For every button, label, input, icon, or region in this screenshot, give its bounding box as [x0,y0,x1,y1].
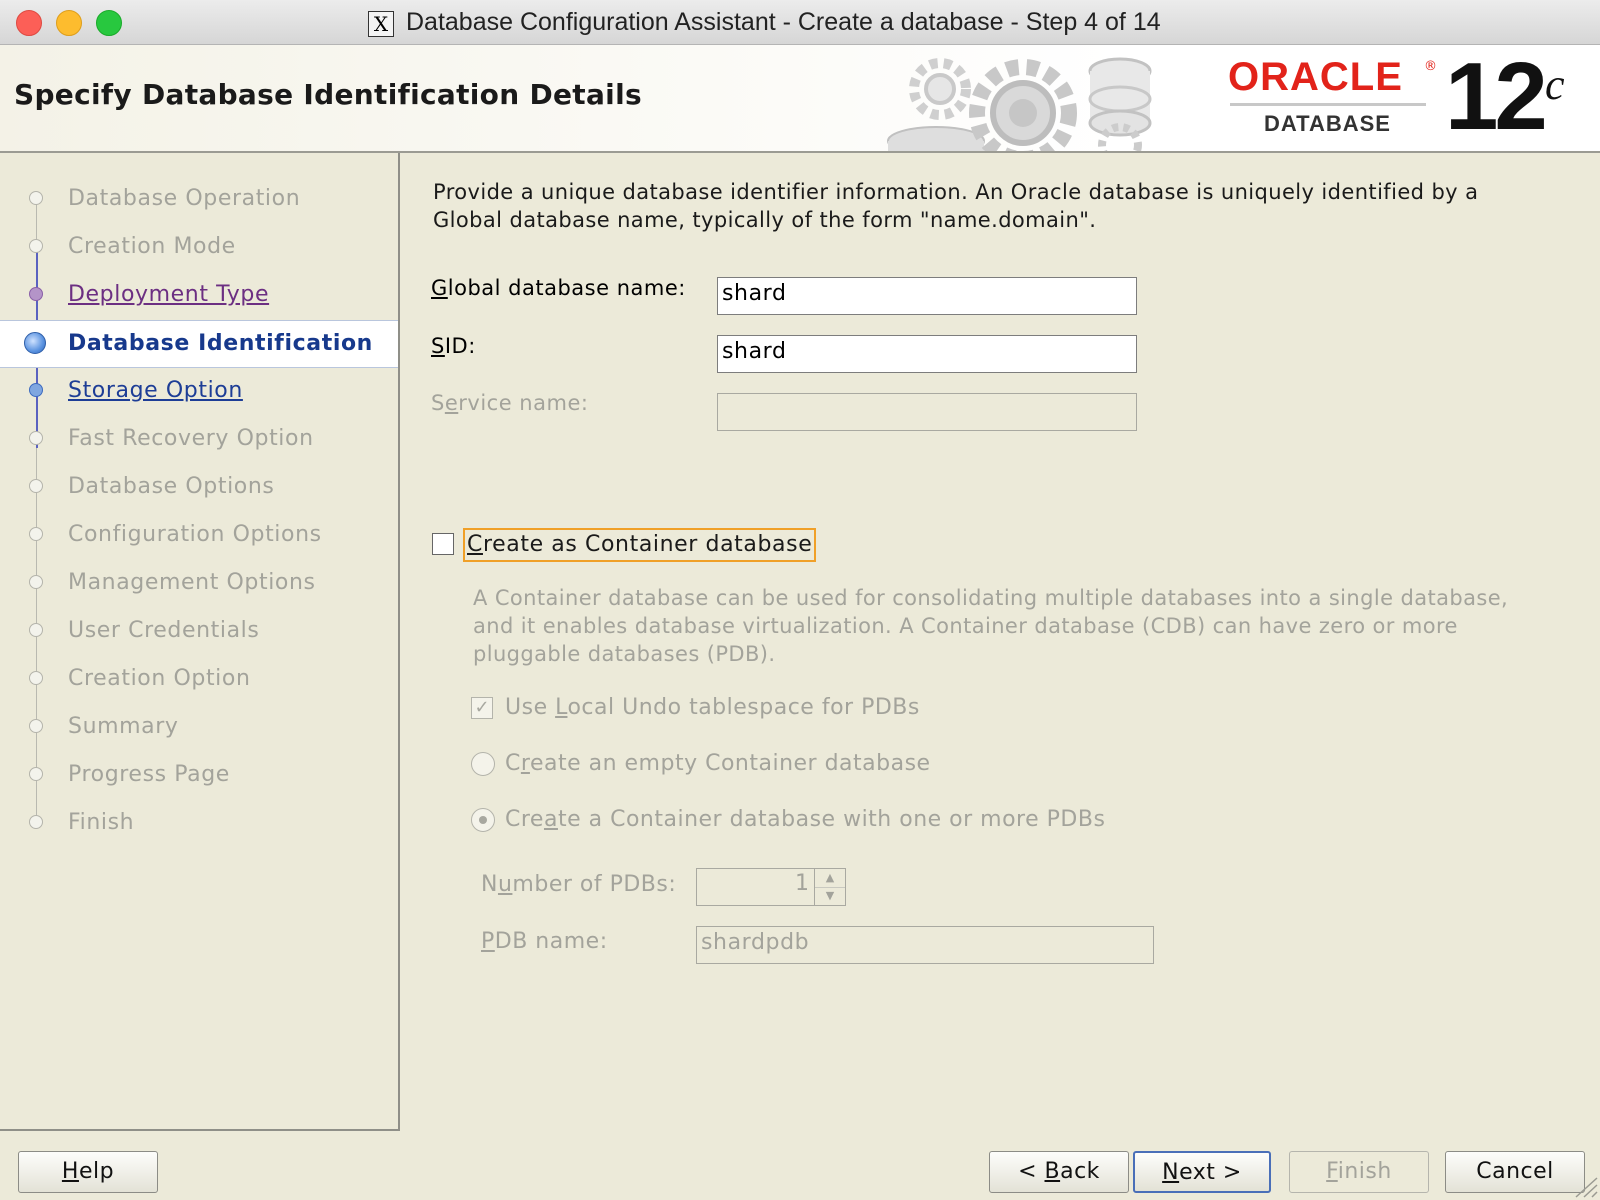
next-button[interactable]: Next > [1133,1151,1271,1193]
resize-grip-icon[interactable] [1572,1176,1598,1198]
global-db-name-label: Global database name: [431,276,686,300]
local-undo-checkbox[interactable]: ✓ [471,697,493,719]
step-label: Fast Recovery Option [68,426,314,451]
x11-app-icon: X [368,11,394,37]
service-name-input[interactable] [717,393,1137,431]
increment-arrow-icon[interactable]: ▲ [815,869,845,888]
step-item: Database Options [0,464,398,510]
step-item[interactable]: Storage Option [0,368,398,414]
empty-cdb-radio[interactable] [471,752,495,776]
sid-input[interactable]: shard [717,335,1137,373]
step-item: Creation Mode [0,224,398,270]
step-node-icon [29,671,43,685]
pdb-name-input[interactable]: shardpdb [696,926,1154,964]
container-db-focus-ring[interactable]: Create as Container database [463,528,817,562]
description-line: pluggable databases (PDB). [473,642,776,666]
help-button[interactable]: Help [18,1151,158,1193]
step-label: Database Identification [68,331,373,356]
logo-divider [1230,103,1426,106]
version-suffix: c [1545,60,1565,109]
step-item: Fast Recovery Option [0,416,398,462]
pdb-name-label: PDB name: [481,929,608,954]
step-node-icon [29,383,43,397]
registered-mark: ® [1424,59,1437,74]
step-node-icon [29,287,43,301]
step-item: Creation Option [0,656,398,702]
description-line: and it enables database virtualization. … [473,614,1458,638]
sid-label: SID: [431,334,476,358]
window-titlebar: X Database Configuration Assistant - Cre… [0,0,1600,45]
decrement-arrow-icon[interactable]: ▼ [815,887,845,905]
step-label: Progress Page [68,762,230,787]
description-line: A Container database can be used for con… [473,586,1509,610]
step-item: Progress Page [0,752,398,798]
step-label: Management Options [68,570,316,595]
close-window-button[interactable] [16,10,42,36]
step-label: Creation Mode [68,234,236,259]
zoom-window-button[interactable] [96,10,122,36]
step-label: Summary [68,714,179,739]
global-db-name-input[interactable]: shard [717,277,1137,315]
step-label: Finish [68,810,135,835]
step-item: Management Options [0,560,398,606]
num-pdbs-label: Number of PDBs: [481,872,677,897]
oracle-logo-product: DATABASE [1264,111,1391,136]
steps-panel: Database Operation Creation Mode Deploymen… [0,153,400,1131]
step-item: Configuration Options [0,512,398,558]
step-label: User Credentials [68,618,260,643]
header-banner: Specify Database Identification Details … [0,45,1600,153]
step-item: User Credentials [0,608,398,654]
finish-button[interactable]: Finish [1289,1151,1429,1193]
step-node-icon [29,623,43,637]
step-label: Configuration Options [68,522,322,547]
version-number: 12 [1445,45,1548,150]
step-node-icon [29,191,43,205]
step-node-icon [29,527,43,541]
cdb-with-pdbs-label: Create a Container database with one or … [505,807,1106,832]
step-node-icon [29,719,43,733]
container-db-label: Create as Container database [467,532,813,557]
container-db-checkbox[interactable] [432,533,454,555]
step-label: Database Options [68,474,275,499]
oracle-logo-wordmark: ORACLE [1228,55,1403,99]
minimize-window-button[interactable] [56,10,82,36]
page-title: Specify Database Identification Details [14,78,642,111]
step-item: Database Identification [0,320,398,368]
back-button[interactable]: < Back [989,1151,1129,1193]
step-item[interactable]: Deployment Type [0,272,398,318]
empty-cdb-label: Create an empty Container database [505,751,931,776]
step-label: Deployment Type [68,282,270,307]
step-node-icon [29,815,43,829]
cdb-with-pdbs-radio[interactable] [471,808,495,832]
intro-text: Provide a unique database identifier inf… [433,178,1478,234]
container-db-description: A Container database can be used for con… [473,584,1508,668]
step-node-icon [29,239,43,253]
step-item: Database Operation [0,176,398,222]
step-node-icon [29,575,43,589]
window-title: Database Configuration Assistant - Creat… [406,8,1161,36]
step-label: Creation Option [68,666,251,691]
step-item: Summary [0,704,398,750]
step-node-icon [29,431,43,445]
step-node-icon [24,332,46,354]
num-pdbs-stepper[interactable]: 1 ▲ ▼ [696,868,846,906]
gears-graphic-icon [887,57,1152,151]
step-node-icon [29,479,43,493]
step-label: Storage Option [68,378,243,403]
local-undo-label: Use Local Undo tablespace for PDBs [505,695,920,720]
num-pdbs-value: 1 [795,871,809,896]
step-label: Database Operation [68,186,301,211]
service-name-label: Service name: [431,391,589,415]
step-item: Finish [0,800,398,846]
step-node-icon [29,767,43,781]
intro-line: Provide a unique database identifier inf… [433,180,1479,204]
intro-line: Global database name, typically of the f… [433,208,1097,232]
cancel-button[interactable]: Cancel [1445,1151,1585,1193]
stepper-buttons: ▲ ▼ [814,869,845,905]
